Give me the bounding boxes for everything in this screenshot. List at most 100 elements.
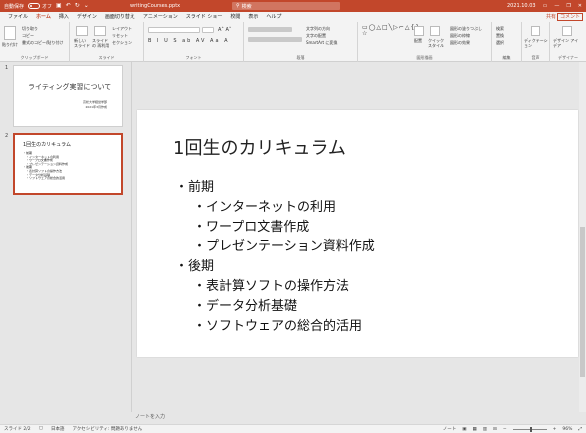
redo-icon[interactable]: ↻ [75, 3, 80, 9]
list-buttons[interactable] [248, 27, 292, 32]
slide-thumbnail-2[interactable]: 1回生のカリキュラム ・前期 ・インターネットの利用 ・ワープロ文書作成 ・プレ… [13, 133, 123, 195]
tab-insert[interactable]: 挿入 [55, 12, 73, 22]
font-group: A˄ A˅ B I U S ab AV Aa A フォント [144, 22, 244, 62]
user-name[interactable]: 2021.10.03 [507, 3, 536, 9]
arrange-icon[interactable] [414, 26, 424, 36]
replace-button[interactable]: 置換 [496, 33, 504, 39]
restore-button[interactable]: ❐ [566, 3, 570, 9]
slide-body[interactable]: ・前期 ・インターネットの利用 ・ワープロ文書作成 ・プレゼンテーション資料作成… [175, 178, 375, 336]
notes-toggle-button[interactable]: ノート [443, 426, 457, 432]
slide-canvas[interactable]: 1回生のカリキュラム ・前期 ・インターネットの利用 ・ワープロ文書作成 ・プレ… [137, 110, 578, 357]
font-format-buttons[interactable]: B I U S ab AV Aa A [148, 38, 230, 44]
close-button[interactable]: ✕ [578, 3, 582, 9]
paste-button[interactable]: 貼り付け [2, 42, 18, 48]
designer-group: デザイン アイデア デザイナー [550, 22, 586, 62]
tab-animations[interactable]: アニメーション [139, 12, 182, 22]
scrollbar-thumb[interactable] [580, 227, 585, 377]
bullet-level2: ・インターネットの利用 [193, 199, 337, 215]
bullet-level2: ・プレゼンテーション資料作成 [193, 239, 375, 255]
tab-help[interactable]: ヘルプ [262, 12, 285, 22]
slide-thumbnail-pane: 1 ライティング実習について 高松大学経営学部 2021年3月作成 2 1回生の… [0, 62, 132, 412]
section-button[interactable]: セクション [112, 40, 132, 46]
reset-button[interactable]: リセット [112, 33, 128, 39]
shape-fill-button[interactable]: 図形の塗りつぶし [450, 26, 482, 32]
clipboard-group: 貼り付け 切り取り コピー 書式のコピー/貼り付け クリップボード [0, 22, 70, 62]
zoom-out-icon[interactable]: − [503, 427, 507, 432]
zoom-level[interactable]: 96% [562, 427, 572, 432]
slide-number-2: 2 [5, 133, 9, 139]
fit-slide-icon[interactable]: ⤢ [578, 426, 582, 432]
arrange-button[interactable]: 配置 [414, 38, 422, 44]
language-indicator[interactable]: 日本語 [51, 426, 65, 432]
design-ideas-button[interactable]: デザイン アイデア [553, 38, 581, 48]
new-slide-icon[interactable] [76, 26, 88, 36]
slide-sorter-icon[interactable]: ▦ [473, 427, 477, 432]
new-slide-button[interactable]: 新しい スライド [74, 38, 90, 48]
editing-group: 検索 置換 選択 編集 [492, 22, 522, 62]
select-button[interactable]: 選択 [496, 40, 504, 46]
tab-review[interactable]: 校閲 [226, 12, 244, 22]
slide-editor: 1回生のカリキュラム ・前期 ・インターネットの利用 ・ワープロ文書作成 ・プレ… [133, 62, 586, 420]
clipboard-group-label: クリップボード [20, 55, 49, 60]
layout-button[interactable]: レイアウト [112, 26, 132, 32]
vertical-scrollbar[interactable] [579, 62, 586, 412]
quick-styles-button[interactable]: クイック スタイル [428, 38, 446, 48]
paste-icon[interactable] [4, 26, 16, 40]
slide-title[interactable]: 1回生のカリキュラム [173, 134, 346, 160]
reuse-slide-icon[interactable] [94, 26, 106, 36]
thumb1-sub1: 高松大学経営学部 [82, 100, 107, 104]
drawing-group-label: 図形描画 [416, 55, 433, 60]
tab-home[interactable]: ホーム [32, 12, 55, 23]
reuse-slide-button[interactable]: スライドの 再利用 [92, 38, 110, 48]
accessibility-status[interactable]: アクセシビリティ: 問題ありません [72, 426, 142, 432]
notes-input[interactable]: ノートを入力 [133, 408, 586, 420]
align-text-button[interactable]: 文字の配置 [306, 33, 326, 39]
zoom-slider[interactable] [512, 426, 547, 432]
normal-view-icon[interactable]: ▣ [462, 427, 466, 432]
microphone-icon[interactable] [531, 26, 540, 36]
copy-button[interactable]: コピー [22, 33, 34, 39]
tab-slideshow[interactable]: スライド ショー [182, 12, 227, 22]
search-box[interactable]: ⚲ 検索 [232, 2, 340, 10]
find-button[interactable]: 検索 [496, 26, 504, 32]
tab-view[interactable]: 表示 [244, 12, 262, 22]
search-input[interactable]: 検索 [242, 3, 252, 10]
design-ideas-icon[interactable] [562, 26, 572, 36]
undo-icon[interactable]: ↶ [66, 3, 71, 9]
tab-file[interactable]: ファイル [4, 12, 32, 22]
bullet-level2: ・ワープロ文書作成 [193, 219, 310, 235]
reading-view-icon[interactable]: ▥ [483, 427, 487, 432]
font-grow-icon[interactable]: A˄ A˅ [218, 27, 231, 33]
align-buttons[interactable] [248, 37, 302, 42]
dictate-button[interactable]: ディクテーション [524, 38, 548, 48]
spellcheck-icon[interactable]: ▢ [39, 426, 43, 432]
status-bar: スライド 2/2 ▢ 日本語 アクセシビリティ: 問題ありません ノート ▣ ▦… [0, 424, 586, 433]
voice-group: ディクテーション 音声 [522, 22, 550, 62]
autosave-toggle[interactable]: オフ [28, 3, 52, 10]
ribbon-display-icon[interactable]: ▭ [543, 3, 548, 9]
save-icon[interactable]: ▣ [56, 3, 62, 9]
minimize-button[interactable]: — [554, 3, 559, 9]
font-size-box[interactable] [202, 27, 214, 33]
shapes-gallery[interactable]: ▭◯△□╲▷⌐△{}☆ [362, 25, 419, 37]
tab-design[interactable]: デザイン [73, 12, 101, 22]
share-button[interactable]: 共有 [546, 13, 556, 21]
comment-button[interactable]: コメント [556, 13, 583, 21]
font-name-box[interactable] [148, 27, 200, 33]
tab-transitions[interactable]: 画面切り替え [101, 12, 139, 22]
paragraph-group: 文字列の方向 文字の配置 SmartArt に変換 段落 [244, 22, 358, 62]
cut-button[interactable]: 切り取り [22, 26, 38, 32]
customize-qat-icon[interactable]: ⌄ [84, 3, 89, 9]
slideshow-icon[interactable]: ⊟ [493, 427, 497, 432]
slide-thumbnail-1[interactable]: ライティング実習について 高松大学経営学部 2021年3月作成 [13, 65, 123, 127]
shape-effects-button[interactable]: 図形の効果 [450, 40, 470, 46]
text-direction-button[interactable]: 文字列の方向 [306, 26, 330, 32]
format-painter-button[interactable]: 書式のコピー/貼り付け [22, 40, 63, 46]
bullet-level2: ・ソフトウェアの総合的活用 [193, 318, 363, 334]
slide-number-1: 1 [5, 65, 9, 71]
drawing-group: ▭◯△□╲▷⌐△{}☆ 配置 クイック スタイル 図形の塗りつぶし 図形の枠線 … [358, 22, 492, 62]
zoom-in-icon[interactable]: + [553, 427, 557, 432]
shape-outline-button[interactable]: 図形の枠線 [450, 33, 470, 39]
smartart-button[interactable]: SmartArt に変換 [306, 40, 337, 46]
quick-styles-icon[interactable] [430, 26, 440, 36]
